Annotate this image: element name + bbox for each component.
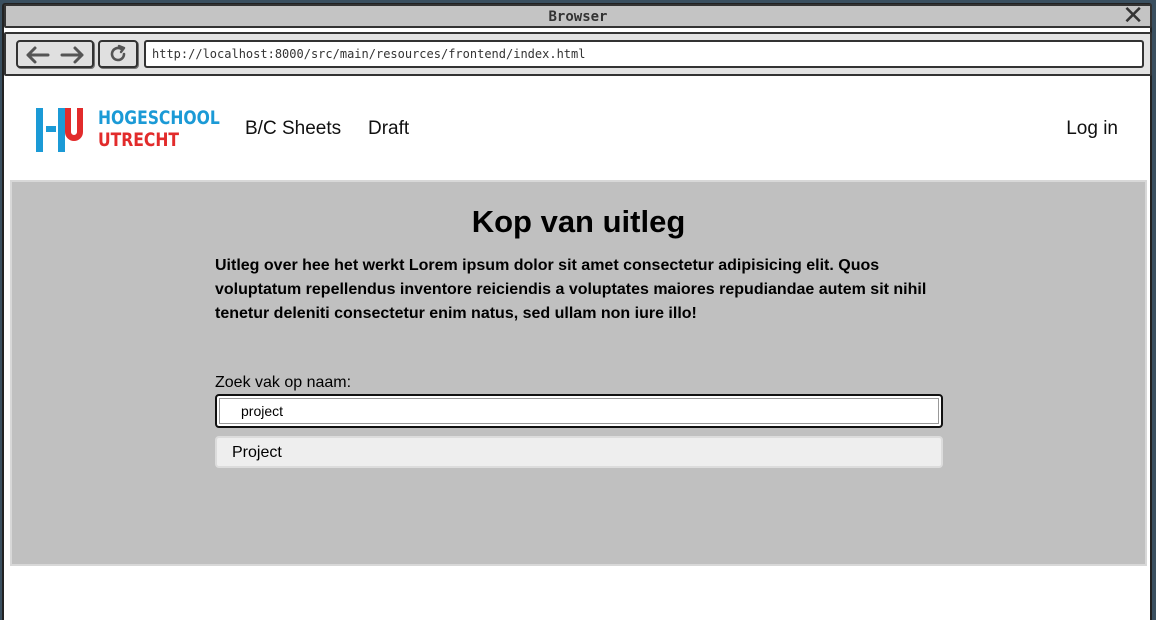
reload-icon xyxy=(107,43,129,70)
page-description: Uitleg over hee het werkt Lorem ipsum do… xyxy=(215,257,927,322)
reload-button[interactable] xyxy=(98,40,138,68)
window-titlebar: Browser ✕ xyxy=(4,3,1152,29)
search-result-item[interactable]: Project xyxy=(215,436,943,468)
search-label: Zoek vak op naam: xyxy=(215,374,352,391)
nav-link-draft[interactable]: Draft xyxy=(368,118,409,140)
nav-link-bc-sheets[interactable]: B/C Sheets xyxy=(245,118,341,140)
close-icon[interactable]: ✕ xyxy=(1122,3,1144,29)
search-field[interactable] xyxy=(215,394,943,428)
site-header: HOGESCHOOL UTRECHT B/C Sheets Draft Log … xyxy=(6,80,1150,180)
window-title: Browser xyxy=(548,9,608,25)
url-input[interactable] xyxy=(152,44,1132,64)
logo-text-line1: HOGESCHOOL xyxy=(98,107,220,129)
hu-logo[interactable]: HOGESCHOOL UTRECHT xyxy=(36,108,220,152)
forward-arrow-icon[interactable] xyxy=(58,43,88,67)
back-arrow-icon[interactable] xyxy=(22,43,52,67)
logo-text-line2: UTRECHT xyxy=(98,129,180,151)
search-input[interactable] xyxy=(241,402,931,420)
page-heading: Kop van uitleg xyxy=(471,204,686,239)
login-link[interactable]: Log in xyxy=(1066,118,1118,140)
browser-toolbar xyxy=(4,32,1152,76)
content-panel: Kop van uitleg Uitleg over hee het werkt… xyxy=(10,180,1147,566)
navigation-buttons xyxy=(16,40,94,68)
address-bar[interactable] xyxy=(144,40,1144,68)
hu-logo-icon xyxy=(36,108,90,157)
